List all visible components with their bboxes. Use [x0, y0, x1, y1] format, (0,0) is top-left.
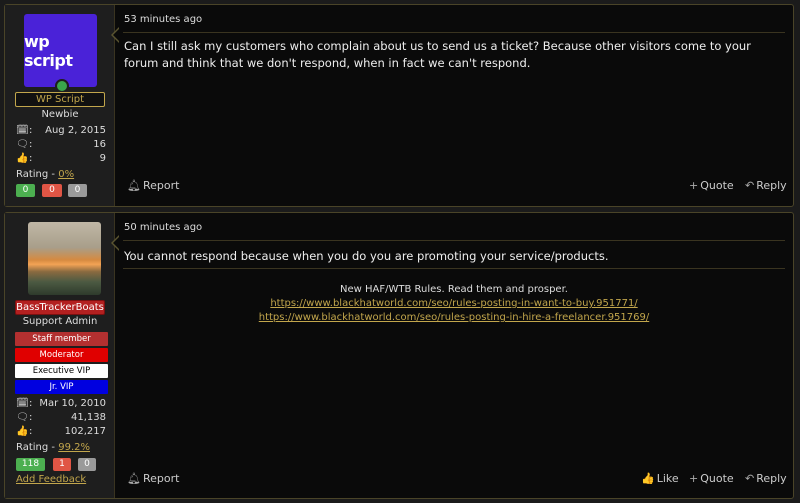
report-button[interactable]: 🔔︎ Report	[127, 472, 179, 485]
join-date-row: 🗓: Mar 10, 2010	[16, 398, 106, 409]
calendar-icon: 🗓	[16, 398, 29, 409]
quote-label: Quote	[700, 179, 734, 192]
neutral-ratings[interactable]: 0	[68, 184, 87, 197]
signature-link-wtb-rules[interactable]: https://www.blackhatworld.com/seo/rules-…	[270, 298, 637, 309]
add-feedback-link[interactable]: Add Feedback	[16, 474, 86, 485]
post-time[interactable]: 50 minutes ago	[124, 222, 202, 233]
username[interactable]: WP Script	[15, 92, 105, 107]
post-1: wp script WP Script Newbie 🗓: Aug 2, 201…	[4, 4, 794, 207]
user-info-panel: wp script WP Script Newbie 🗓: Aug 2, 201…	[5, 5, 115, 206]
post-message: Can I still ask my customers who complai…	[124, 39, 751, 70]
avatar-logo-text: wp script	[24, 31, 73, 70]
add-feedback-label: Add Feedback	[16, 474, 87, 485]
join-date-row: 🗓: Aug 2, 2015	[16, 125, 106, 136]
messages-row: 🗨: 16	[16, 139, 106, 150]
post-2: BassTrackerBoats Support Admin Staff mem…	[4, 212, 794, 499]
thumbs-up-icon: 👍	[641, 472, 655, 485]
post-arrow	[111, 27, 120, 43]
divider	[123, 240, 785, 241]
badge-jr-vip: Jr. VIP	[15, 380, 108, 394]
signature-divider	[123, 268, 785, 269]
rating: Rating - 99.2%	[16, 442, 90, 453]
rating-percent[interactable]: 0%	[58, 169, 74, 180]
rating: Rating - 0%	[16, 169, 74, 180]
negative-ratings[interactable]: 1	[53, 458, 71, 471]
report-button[interactable]: 🔔︎ Report	[127, 179, 179, 192]
reply-button[interactable]: ↶ Reply	[745, 472, 787, 485]
bell-icon: 🔔︎	[127, 472, 141, 485]
reply-icon: ↶	[745, 179, 755, 192]
post-arrow	[111, 235, 120, 251]
rating-label: Rating -	[16, 169, 59, 180]
messages-icon: 🗨	[16, 139, 29, 150]
messages-row: 🗨: 41,138	[16, 412, 106, 423]
post-content: 50 minutes ago You cannot respond becaus…	[123, 213, 787, 498]
badge-staff-member: Staff member	[15, 332, 108, 346]
badge-moderator: Moderator	[15, 348, 108, 362]
report-label: Report	[142, 472, 180, 485]
neutral-ratings[interactable]: 0	[78, 458, 96, 471]
reply-icon: ↶	[745, 472, 755, 485]
rating-percent[interactable]: 99.2%	[58, 442, 90, 453]
report-label: Report	[142, 179, 180, 192]
badge-executive-vip: Executive VIP	[15, 364, 108, 378]
signature-link-haf-rules[interactable]: https://www.blackhatworld.com/seo/rules-…	[259, 312, 649, 323]
positive-ratings[interactable]: 0	[16, 184, 35, 197]
negative-ratings[interactable]: 0	[42, 184, 62, 197]
messages-count: 16	[93, 139, 106, 150]
user-title: Newbie	[41, 109, 79, 120]
avatar[interactable]	[28, 222, 101, 295]
avatar[interactable]: wp script	[24, 14, 97, 87]
user-info-panel: BassTrackerBoats Support Admin Staff mem…	[5, 213, 115, 498]
reactions-row: 👍: 9	[16, 153, 106, 164]
post-message: You cannot respond because when you do y…	[124, 249, 609, 263]
quote-button[interactable]: + Quote	[689, 179, 734, 192]
thumbs-up-icon: 👍	[16, 426, 29, 437]
username[interactable]: BassTrackerBoats	[15, 300, 105, 315]
like-label: Like	[656, 472, 679, 485]
calendar-icon: 🗓	[16, 125, 29, 136]
reactions-row: 👍: 102,217	[16, 426, 106, 437]
post-content: 53 minutes ago Can I still ask my custom…	[123, 5, 787, 206]
positive-ratings[interactable]: 118	[16, 458, 45, 471]
plus-icon: +	[689, 179, 699, 192]
reactions-count: 102,217	[64, 426, 106, 437]
user-title: Support Admin	[22, 316, 98, 327]
quote-label: Quote	[700, 472, 734, 485]
signature: New HAF/WTB Rules. Read them and prosper…	[123, 283, 785, 325]
divider	[123, 32, 785, 33]
plus-icon: +	[689, 472, 699, 485]
reply-label: Reply	[756, 472, 787, 485]
reply-button[interactable]: ↶ Reply	[745, 179, 787, 192]
reactions-count: 9	[99, 153, 106, 164]
reply-label: Reply	[756, 179, 787, 192]
rating-label: Rating -	[16, 442, 59, 453]
join-date: Mar 10, 2010	[39, 398, 106, 409]
post-time[interactable]: 53 minutes ago	[124, 14, 202, 25]
thumbs-up-icon: 👍	[16, 153, 29, 164]
like-button[interactable]: 👍 Like	[641, 472, 679, 485]
bell-icon: 🔔︎	[127, 179, 141, 192]
quote-button[interactable]: + Quote	[689, 472, 734, 485]
online-status-icon	[55, 79, 69, 93]
messages-icon: 🗨	[16, 412, 29, 423]
signature-text: New HAF/WTB Rules. Read them and prosper…	[340, 284, 568, 295]
messages-count: 41,138	[71, 412, 106, 423]
join-date: Aug 2, 2015	[45, 125, 106, 136]
